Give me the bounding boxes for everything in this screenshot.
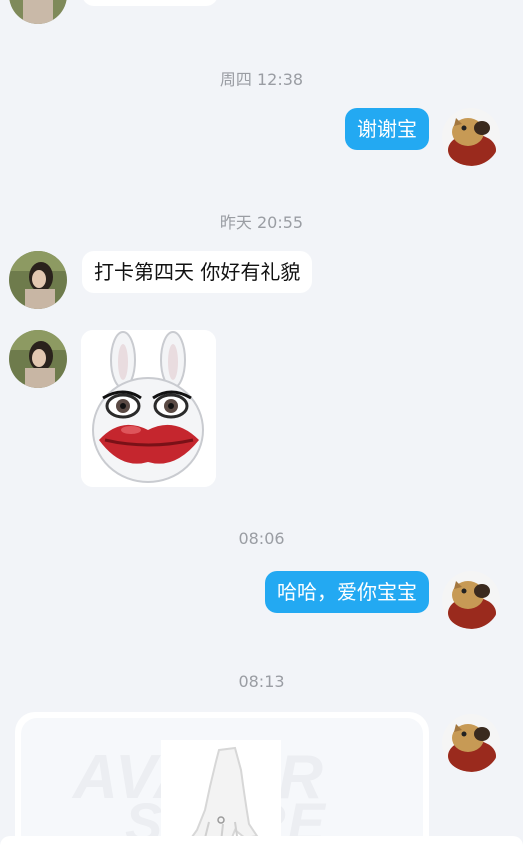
timestamp: 08:06 — [238, 529, 285, 548]
girl-avatar-icon — [9, 251, 67, 309]
self-avatar[interactable] — [442, 714, 500, 772]
dog-avatar-icon — [442, 108, 500, 166]
contact-avatar[interactable] — [9, 0, 67, 24]
contact-avatar[interactable] — [9, 330, 67, 388]
dog-avatar-icon — [442, 714, 500, 772]
dog-avatar-icon — [442, 571, 500, 629]
contact-avatar[interactable] — [9, 251, 67, 309]
sticker-message[interactable] — [81, 330, 216, 487]
card-photo — [161, 740, 281, 847]
message-bubble-incoming[interactable]: 打卡第四天 你好有礼貌 — [82, 251, 313, 293]
shared-image-card[interactable]: AVATAR STORE — [15, 712, 429, 847]
message-bubble-outgoing[interactable]: 谢谢宝 — [345, 108, 429, 150]
input-bar-edge — [0, 836, 523, 847]
girl-avatar-icon — [9, 330, 67, 388]
rabbit-sticker-icon — [81, 330, 216, 487]
self-avatar[interactable] — [442, 108, 500, 166]
timestamp: 周四 12:38 — [219, 70, 304, 89]
chat-view[interactable]: 周四 12:38 谢谢宝 昨天 20:55 打卡第四天 你好有礼貌 08:06 … — [0, 0, 523, 847]
glove-hand-icon — [161, 740, 281, 847]
timestamp: 昨天 20:55 — [219, 213, 304, 232]
timestamp: 08:13 — [238, 672, 285, 691]
message-bubble-outgoing[interactable]: 哈哈，爱你宝宝 — [265, 571, 429, 613]
message-bubble-partial[interactable] — [82, 0, 218, 6]
self-avatar[interactable] — [442, 571, 500, 629]
